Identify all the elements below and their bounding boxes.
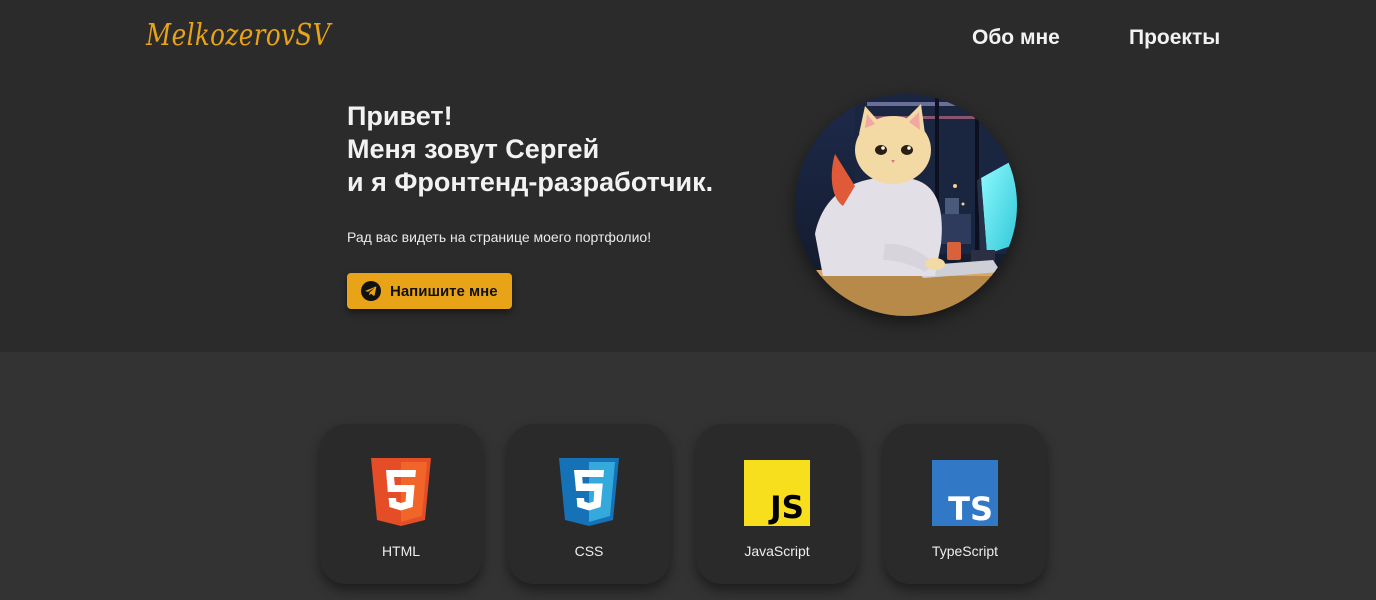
hero-heading-line-3: и я Фронтенд-разработчик. xyxy=(347,167,714,197)
hero-heading-line-1: Привет! xyxy=(347,101,453,131)
skill-card-typescript: TS TypeScript xyxy=(884,424,1046,584)
typescript-icon: TS xyxy=(932,458,998,528)
avatar xyxy=(795,94,1017,316)
contact-me-button[interactable]: Напишите мне xyxy=(347,273,512,309)
svg-text:JS: JS xyxy=(768,490,804,526)
hero-subtitle: Рад вас видеть на странице моего портфол… xyxy=(347,229,652,245)
skill-label-typescript: TypeScript xyxy=(931,543,999,559)
svg-text:TS: TS xyxy=(948,490,993,526)
nav-link-projects[interactable]: Проекты xyxy=(1129,26,1220,50)
nav-link-about[interactable]: Обо мне xyxy=(972,26,1060,50)
contact-me-button-label: Напишите мне xyxy=(390,282,498,300)
skill-label-css: CSS xyxy=(574,543,604,559)
skill-label-html: HTML xyxy=(381,543,421,559)
logo[interactable]: MelkozerovSV xyxy=(146,18,331,53)
css3-icon xyxy=(556,458,622,526)
javascript-icon: JS xyxy=(744,458,810,526)
telegram-icon xyxy=(361,281,381,301)
hero-heading-line-2: Меня зовут Сергей xyxy=(347,134,600,164)
html5-icon xyxy=(368,458,434,526)
skill-label-javascript: JavaScript xyxy=(744,543,810,559)
skill-card-html: HTML xyxy=(320,424,482,584)
hero-heading: Привет! Меня зовут Сергей и я Фронтенд-р… xyxy=(347,100,713,199)
skills-section xyxy=(0,352,1376,600)
skill-card-css: CSS xyxy=(508,424,670,584)
skill-card-javascript: JS JavaScript xyxy=(696,424,858,584)
